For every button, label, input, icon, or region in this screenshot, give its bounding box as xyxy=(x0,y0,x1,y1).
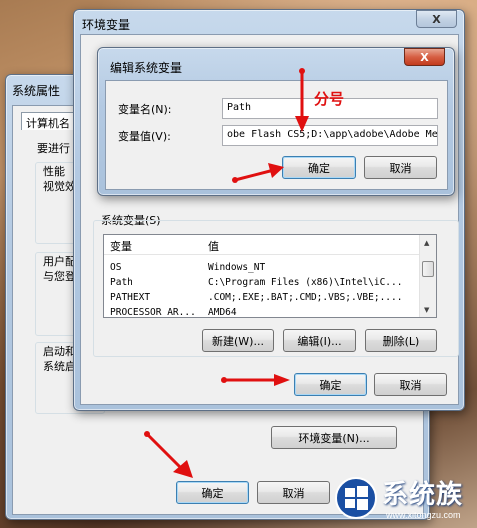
performance-title: 性能 xyxy=(43,165,65,178)
close-icon[interactable]: X xyxy=(404,48,445,66)
edit-variable-button[interactable]: 编辑(I)... xyxy=(283,329,356,352)
close-icon[interactable]: X xyxy=(416,10,457,28)
watermark-url: www.xitongzu.com xyxy=(386,510,461,520)
diagonal-arrow-icon xyxy=(144,431,193,478)
column-header-value[interactable]: 值 xyxy=(208,238,219,254)
sysprops-cancel-button[interactable]: 取消 xyxy=(257,481,330,504)
variable-name-label: 变量名(N): xyxy=(118,103,172,116)
scroll-up-icon[interactable]: ▲ xyxy=(424,239,429,247)
startup-text: 系统启 xyxy=(43,360,76,373)
value-cell: AMD64 xyxy=(208,307,237,318)
new-variable-button[interactable]: 新建(W)... xyxy=(202,329,274,352)
value-cell: .COM;.EXE;.BAT;.CMD;.VBS;.VBE;.... xyxy=(208,292,403,303)
edit-cancel-button[interactable]: 取消 xyxy=(364,156,437,179)
environment-variables-button[interactable]: 环境变量(N)... xyxy=(271,426,397,449)
column-header-variable[interactable]: 变量 xyxy=(110,238,132,254)
user-profile-title: 用户配 xyxy=(43,255,76,268)
performance-text: 视觉效 xyxy=(43,180,76,193)
edit-ok-button[interactable]: 确定 xyxy=(282,156,356,179)
variable-cell: PATHEXT xyxy=(110,292,151,303)
table-row[interactable]: PATHEXT .COM;.EXE;.BAT;.CMD;.VBS;.VBE;..… xyxy=(104,291,419,306)
delete-variable-button[interactable]: 删除(L) xyxy=(365,329,437,352)
vertical-scrollbar[interactable]: ▲ ▼ xyxy=(419,235,436,317)
right-arrow-icon xyxy=(221,374,290,386)
value-cell: C:\Program Files (x86)\Intel\iC... xyxy=(208,277,403,288)
variable-value-field[interactable]: obe Flash CS5;D:\app\adobe\Adobe Med xyxy=(222,125,438,146)
watermark: 系统族 www.xitongzu.com xyxy=(334,472,474,526)
window-title: 系统属性 xyxy=(12,84,61,98)
variable-cell: OS xyxy=(110,262,122,273)
scroll-down-icon[interactable]: ▼ xyxy=(424,306,429,314)
table-header: 变量 值 xyxy=(104,235,419,255)
variable-cell: PROCESSOR_AR... xyxy=(110,307,196,318)
system-variables-table[interactable]: 变量 值 OS Windows_NT Path C:\Program Files… xyxy=(103,234,437,318)
envvars-ok-button[interactable]: 确定 xyxy=(294,373,367,396)
down-arrow-icon xyxy=(295,68,309,132)
scroll-thumb[interactable] xyxy=(422,261,434,277)
sysprops-ok-button[interactable]: 确定 xyxy=(176,481,249,504)
windows-logo-icon xyxy=(335,477,377,519)
user-profile-text: 与您登 xyxy=(43,270,76,283)
window-title: 编辑系统变量 xyxy=(110,61,183,75)
semicolon-annotation: 分号 xyxy=(314,90,345,108)
table-row[interactable]: OS Windows_NT xyxy=(104,261,419,276)
variable-cell: Path xyxy=(110,277,133,288)
table-row[interactable]: PROCESSOR_AR... AMD64 xyxy=(104,306,419,318)
value-cell: Windows_NT xyxy=(208,262,266,273)
watermark-brand: 系统族 xyxy=(382,480,464,510)
window-title: 环境变量 xyxy=(82,18,131,32)
intro-text: 要进行 xyxy=(37,142,70,155)
right-arrow-icon xyxy=(232,163,284,183)
table-row[interactable]: Path C:\Program Files (x86)\Intel\iC... xyxy=(104,276,419,291)
tab-computer-name[interactable]: 计算机名 xyxy=(21,112,81,130)
variable-value-label: 变量值(V): xyxy=(118,130,171,143)
startup-title: 启动和 xyxy=(43,345,76,358)
envvars-cancel-button[interactable]: 取消 xyxy=(374,373,447,396)
